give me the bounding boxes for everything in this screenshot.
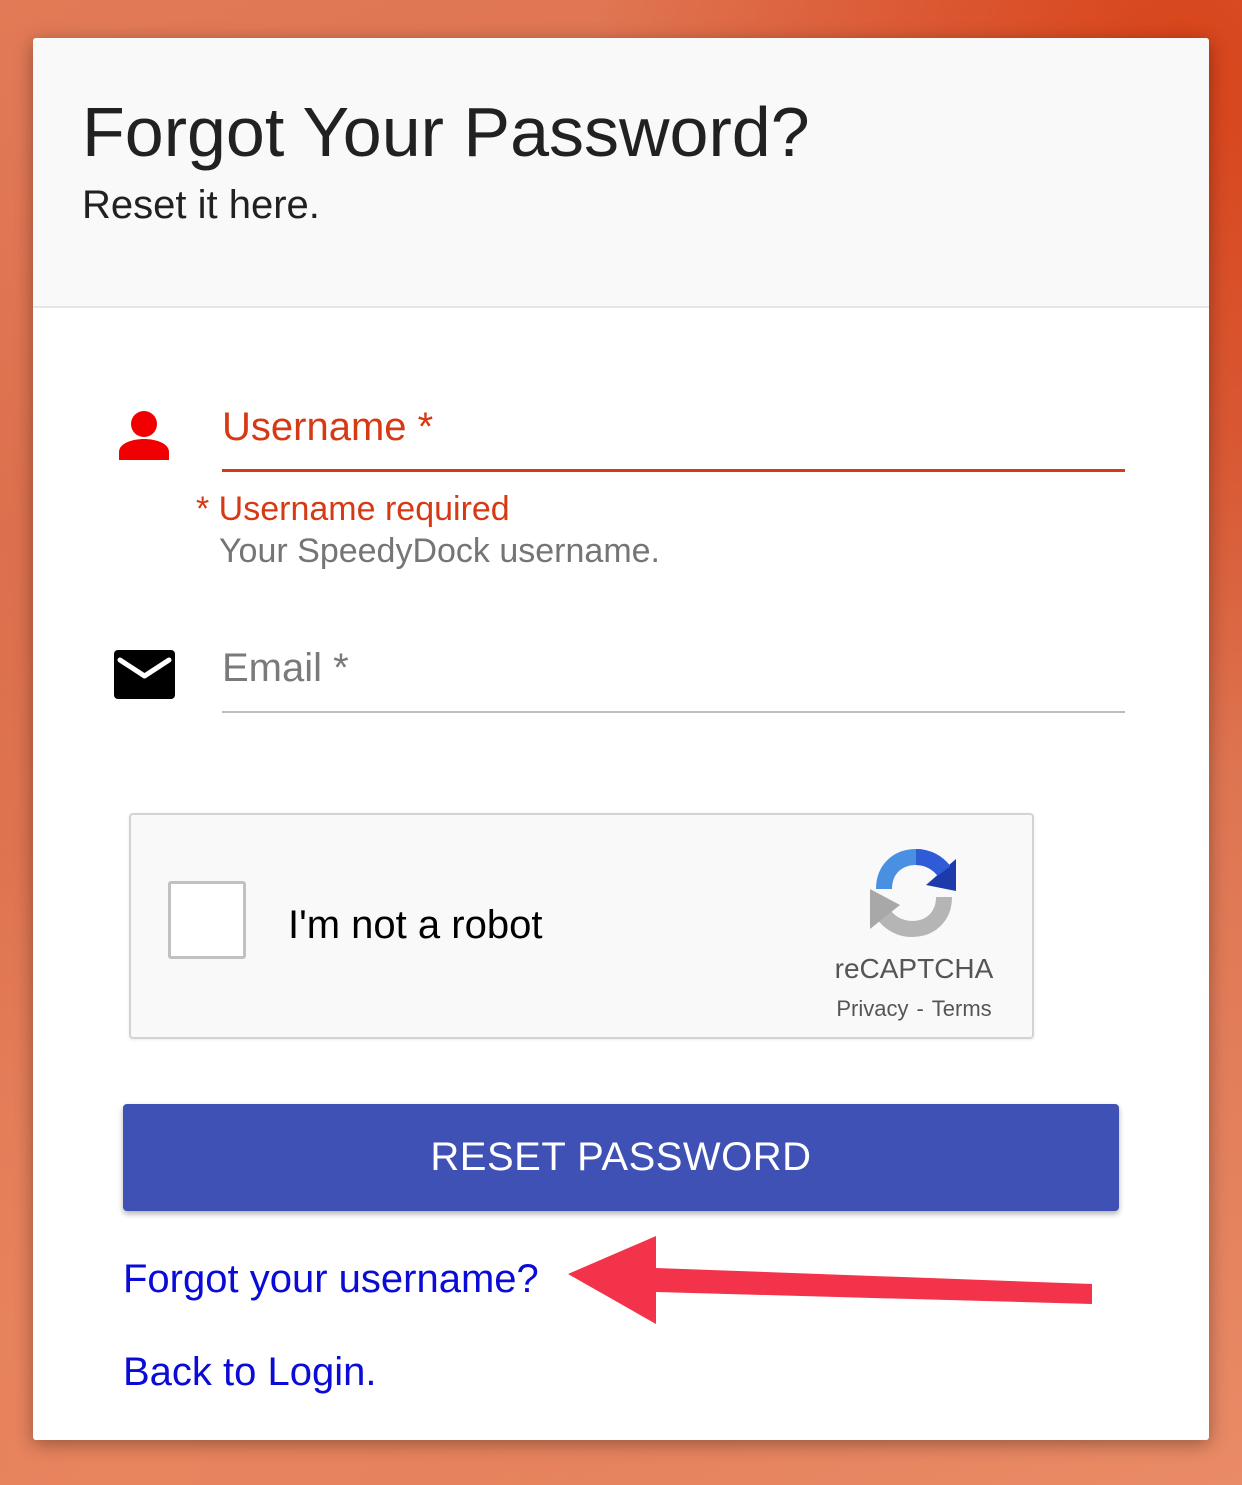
page-title: Forgot Your Password? xyxy=(82,93,810,171)
annotation-arrow-icon xyxy=(560,1232,1100,1328)
recaptcha-links: Privacy - Terms xyxy=(801,995,1027,1023)
email-field[interactable]: Email * xyxy=(222,643,1125,713)
recaptcha-label: I'm not a robot xyxy=(288,903,543,947)
reset-password-button[interactable]: RESET PASSWORD xyxy=(123,1104,1119,1211)
page-subtitle: Reset it here. xyxy=(82,183,320,227)
username-underline xyxy=(222,469,1125,472)
forgot-username-link[interactable]: Forgot your username? xyxy=(123,1255,539,1303)
email-underline xyxy=(222,711,1125,713)
username-error: * Username required xyxy=(196,490,510,528)
card-header: Forgot Your Password? Reset it here. xyxy=(33,38,1209,308)
recaptcha-widget: I'm not a robot reCAPTCHA Privacy - Terms xyxy=(129,813,1034,1039)
reset-password-card: Forgot Your Password? Reset it here. Use… xyxy=(33,38,1209,1440)
mail-icon xyxy=(114,650,175,699)
back-to-login-link[interactable]: Back to Login. xyxy=(123,1348,377,1396)
recaptcha-privacy-link[interactable]: Privacy xyxy=(836,995,908,1023)
recaptcha-terms-link[interactable]: Terms xyxy=(932,995,992,1023)
recaptcha-checkbox[interactable] xyxy=(168,881,246,959)
email-label: Email * xyxy=(222,646,349,690)
username-field[interactable]: Username * xyxy=(222,402,1125,472)
recaptcha-link-separator: - xyxy=(916,996,924,1021)
username-label: Username * xyxy=(222,405,434,449)
recaptcha-brand: reCAPTCHA xyxy=(834,953,994,984)
person-icon xyxy=(119,410,169,460)
recaptcha-logo-icon xyxy=(866,845,962,941)
username-helper: Your SpeedyDock username. xyxy=(219,532,661,570)
